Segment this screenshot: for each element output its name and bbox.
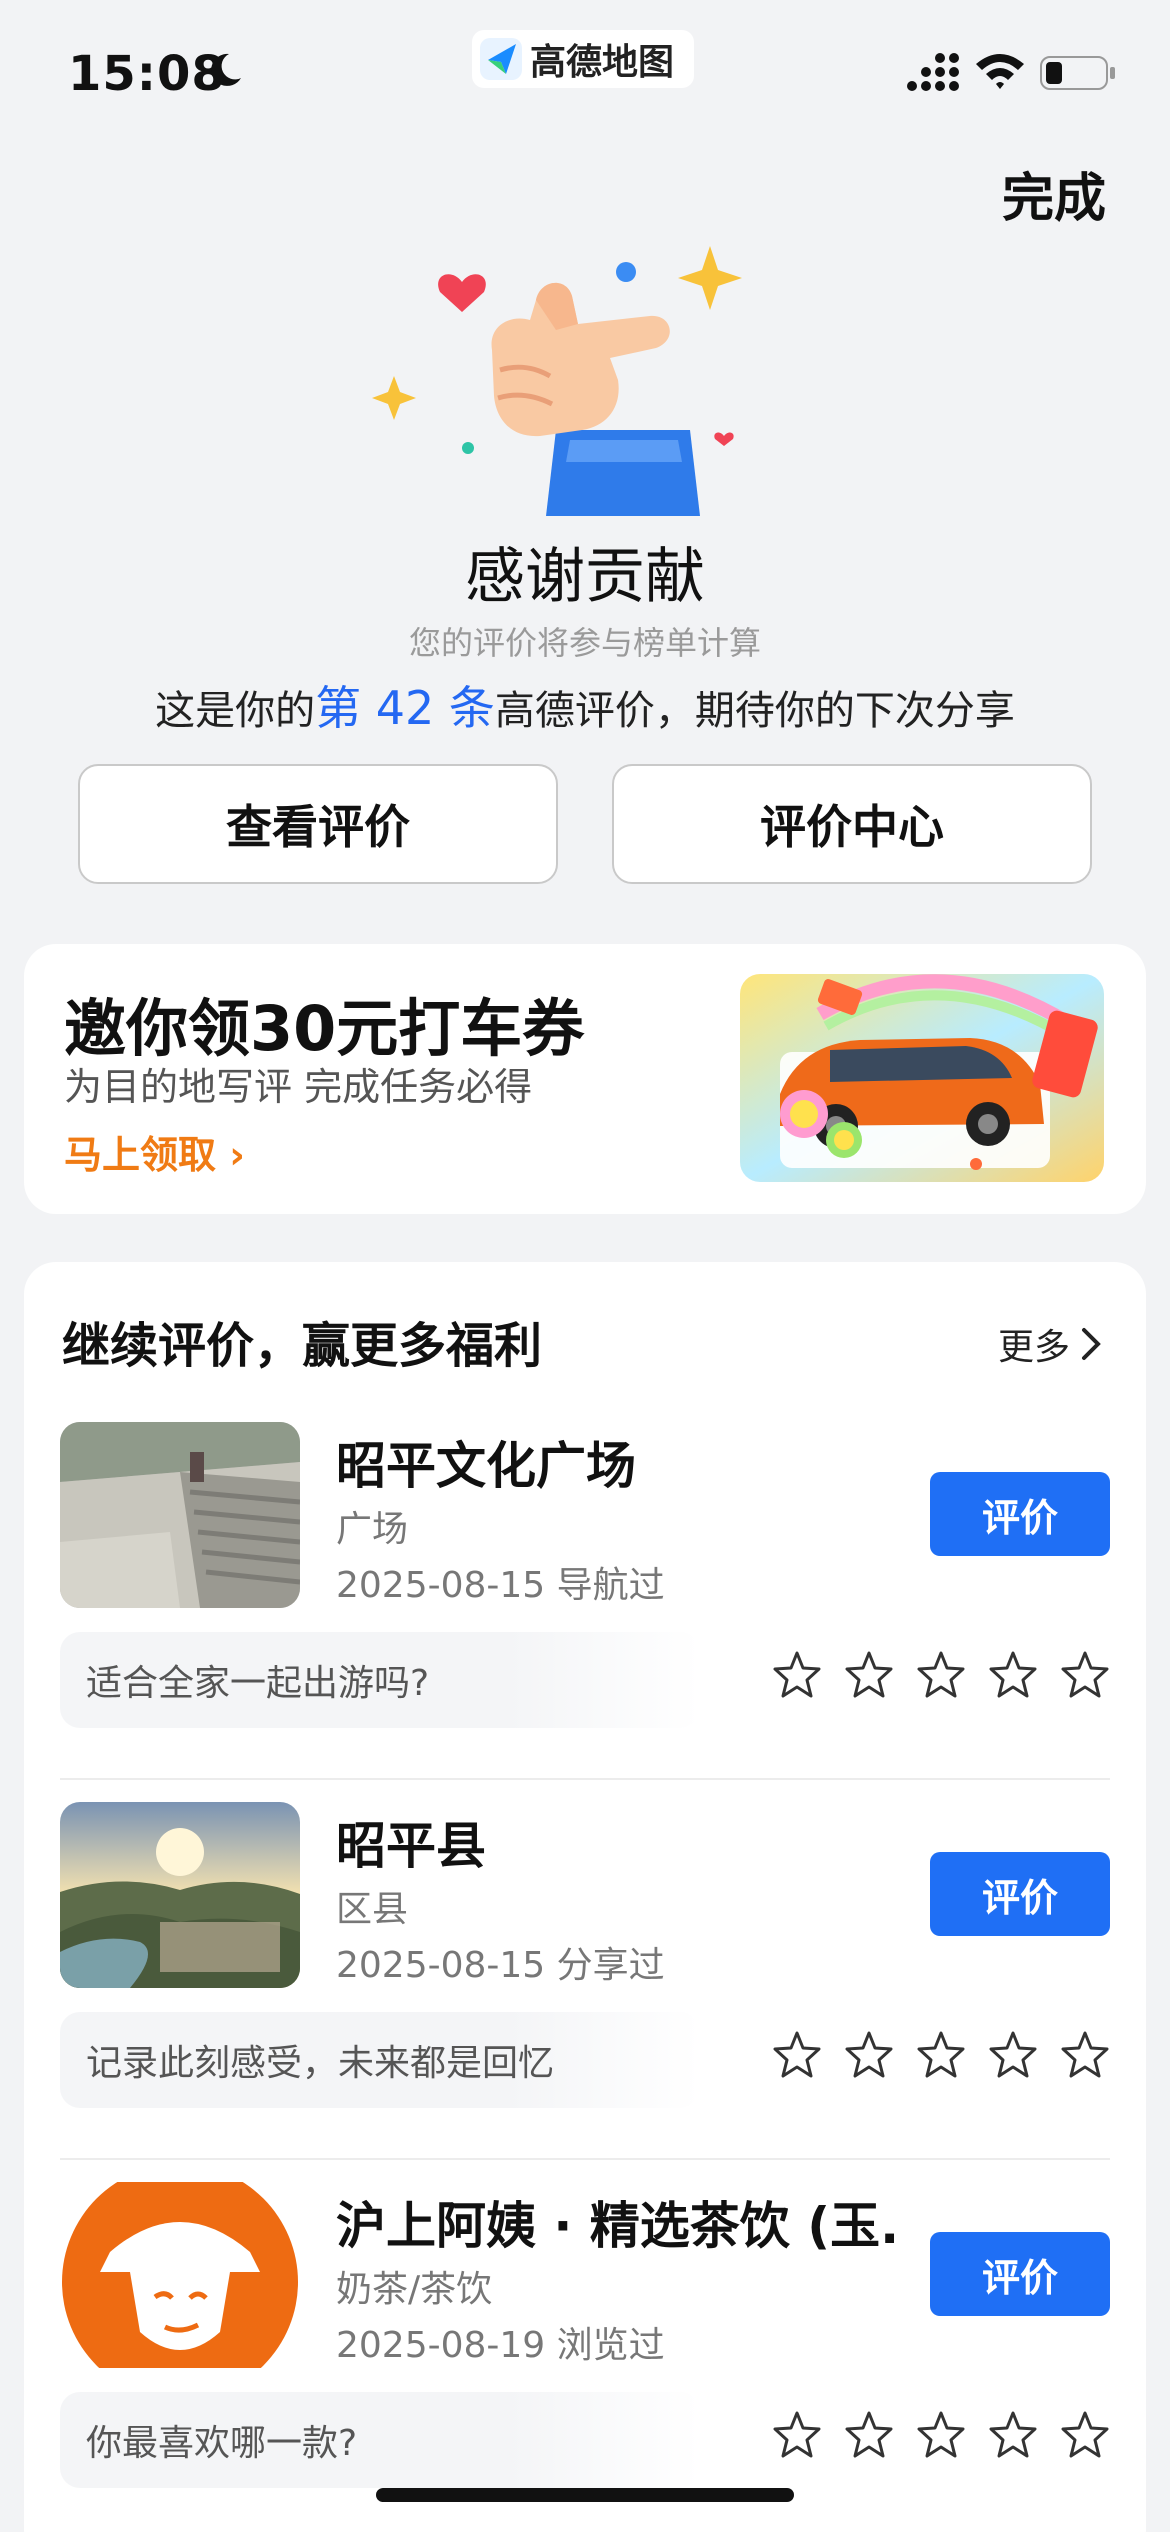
divider: [60, 2158, 1110, 2160]
thanks-subtitle: 您的评价将参与榜单计算: [408, 624, 761, 662]
place-history-date: 2025-08-19 浏览过: [336, 2325, 665, 2366]
star-icon[interactable]: [988, 1650, 1038, 1700]
clock: 15:08: [68, 46, 226, 102]
promo-car-image: [740, 974, 1104, 1182]
back-to-app-pill[interactable]: 高德地图: [472, 30, 694, 88]
star-icon[interactable]: [916, 2030, 966, 2080]
star-rating[interactable]: [772, 2410, 1110, 2460]
divider: [60, 1778, 1110, 1780]
review-count-line: 这是你的第 42 条高德评价，期待你的下次分享: [0, 672, 1170, 738]
rate-button[interactable]: 评价: [930, 1852, 1110, 1936]
list-item: 昭平县 区县 2025-08-15 分享过 评价 记录此刻感受，未来都是回忆: [24, 1802, 1146, 2182]
place-name[interactable]: 昭平文化广场: [336, 1426, 636, 1498]
list-item: 昭平文化广场 广场 2025-08-15 导航过 评价 适合全家一起出游吗?: [24, 1422, 1146, 1802]
star-icon[interactable]: [988, 2030, 1038, 2080]
home-indicator[interactable]: [376, 2488, 794, 2502]
thanks-title: 感谢贡献: [465, 542, 705, 612]
promo-subtitle: 为目的地写评 完成任务必得: [64, 1065, 533, 1109]
review-prompt[interactable]: 适合全家一起出游吗?: [60, 1632, 700, 1728]
review-count-highlight: 第 42 条: [315, 681, 495, 735]
place-history-date: 2025-08-15 分享过: [336, 1945, 665, 1986]
taxi-coupon-promo-card[interactable]: 邀你领30元打车券 为目的地写评 完成任务必得 马上领取 ›: [24, 944, 1146, 1214]
review-count-suffix: 高德评价，期待你的下次分享: [494, 688, 1015, 734]
place-thumbnail-plaza[interactable]: [60, 1422, 300, 1608]
review-count-prefix: 这是你的: [155, 688, 316, 734]
review-center-button[interactable]: 评价中心: [612, 764, 1092, 884]
star-icon[interactable]: [988, 2410, 1038, 2460]
list-item: 沪上阿姨 · 精选茶饮 (玉... 奶茶/茶饮 2025-08-19 浏览过 评…: [24, 2182, 1146, 2532]
chevron-right-icon: [1082, 1328, 1101, 1360]
rate-button[interactable]: 评价: [930, 1472, 1110, 1556]
place-name[interactable]: 昭平县: [336, 1806, 486, 1878]
star-icon[interactable]: [772, 1650, 822, 1700]
moon-icon: [211, 53, 241, 86]
place-category: 区县: [336, 1889, 409, 1930]
claim-now-link[interactable]: 马上领取 ›: [64, 1124, 245, 1179]
star-icon[interactable]: [1060, 1650, 1110, 1700]
star-rating[interactable]: [772, 2030, 1110, 2080]
star-icon[interactable]: [844, 2410, 894, 2460]
amap-logo-icon: [480, 38, 522, 80]
star-icon[interactable]: [772, 2410, 822, 2460]
star-icon[interactable]: [844, 2030, 894, 2080]
rate-button[interactable]: 评价: [930, 2232, 1110, 2316]
star-icon[interactable]: [1060, 2410, 1110, 2460]
promo-title: 邀你领30元打车券: [64, 992, 585, 1065]
star-icon[interactable]: [916, 2410, 966, 2460]
star-rating[interactable]: [772, 1650, 1110, 1700]
place-thumbnail-brand-logo[interactable]: [60, 2182, 300, 2368]
app-name: 高德地图: [530, 42, 675, 83]
place-category: 奶茶/茶饮: [336, 2269, 493, 2310]
star-icon[interactable]: [916, 1650, 966, 1700]
done-button[interactable]: 完成: [1002, 156, 1106, 231]
section-title: 继续评价，赢更多福利: [62, 1318, 543, 1374]
cellular-signal-icon: [907, 53, 959, 91]
more-link[interactable]: 更多: [998, 1318, 1102, 1370]
review-prompt[interactable]: 记录此刻感受，未来都是回忆: [60, 2012, 700, 2108]
place-name[interactable]: 沪上阿姨 · 精选茶饮 (玉...: [336, 2186, 896, 2258]
thumbs-up-illustration: [372, 246, 742, 516]
star-icon[interactable]: [844, 1650, 894, 1700]
wifi-icon: [976, 54, 1024, 89]
star-icon[interactable]: [772, 2030, 822, 2080]
place-category: 广场: [336, 1509, 409, 1550]
star-icon[interactable]: [1060, 2030, 1110, 2080]
battery-icon: [1040, 56, 1115, 90]
place-history-date: 2025-08-15 导航过: [336, 1565, 665, 1606]
view-reviews-button[interactable]: 查看评价: [78, 764, 558, 884]
review-prompt[interactable]: 你最喜欢哪一款?: [60, 2392, 700, 2488]
place-thumbnail-aerial-town[interactable]: [60, 1802, 300, 1988]
more-label: 更多: [997, 1327, 1070, 1368]
continue-review-card: 继续评价，赢更多福利 更多 昭平文化广场 广场 2025-08-15 导航过 评…: [24, 1262, 1146, 2532]
status-bar: 15:08 高德地图: [0, 0, 1170, 140]
